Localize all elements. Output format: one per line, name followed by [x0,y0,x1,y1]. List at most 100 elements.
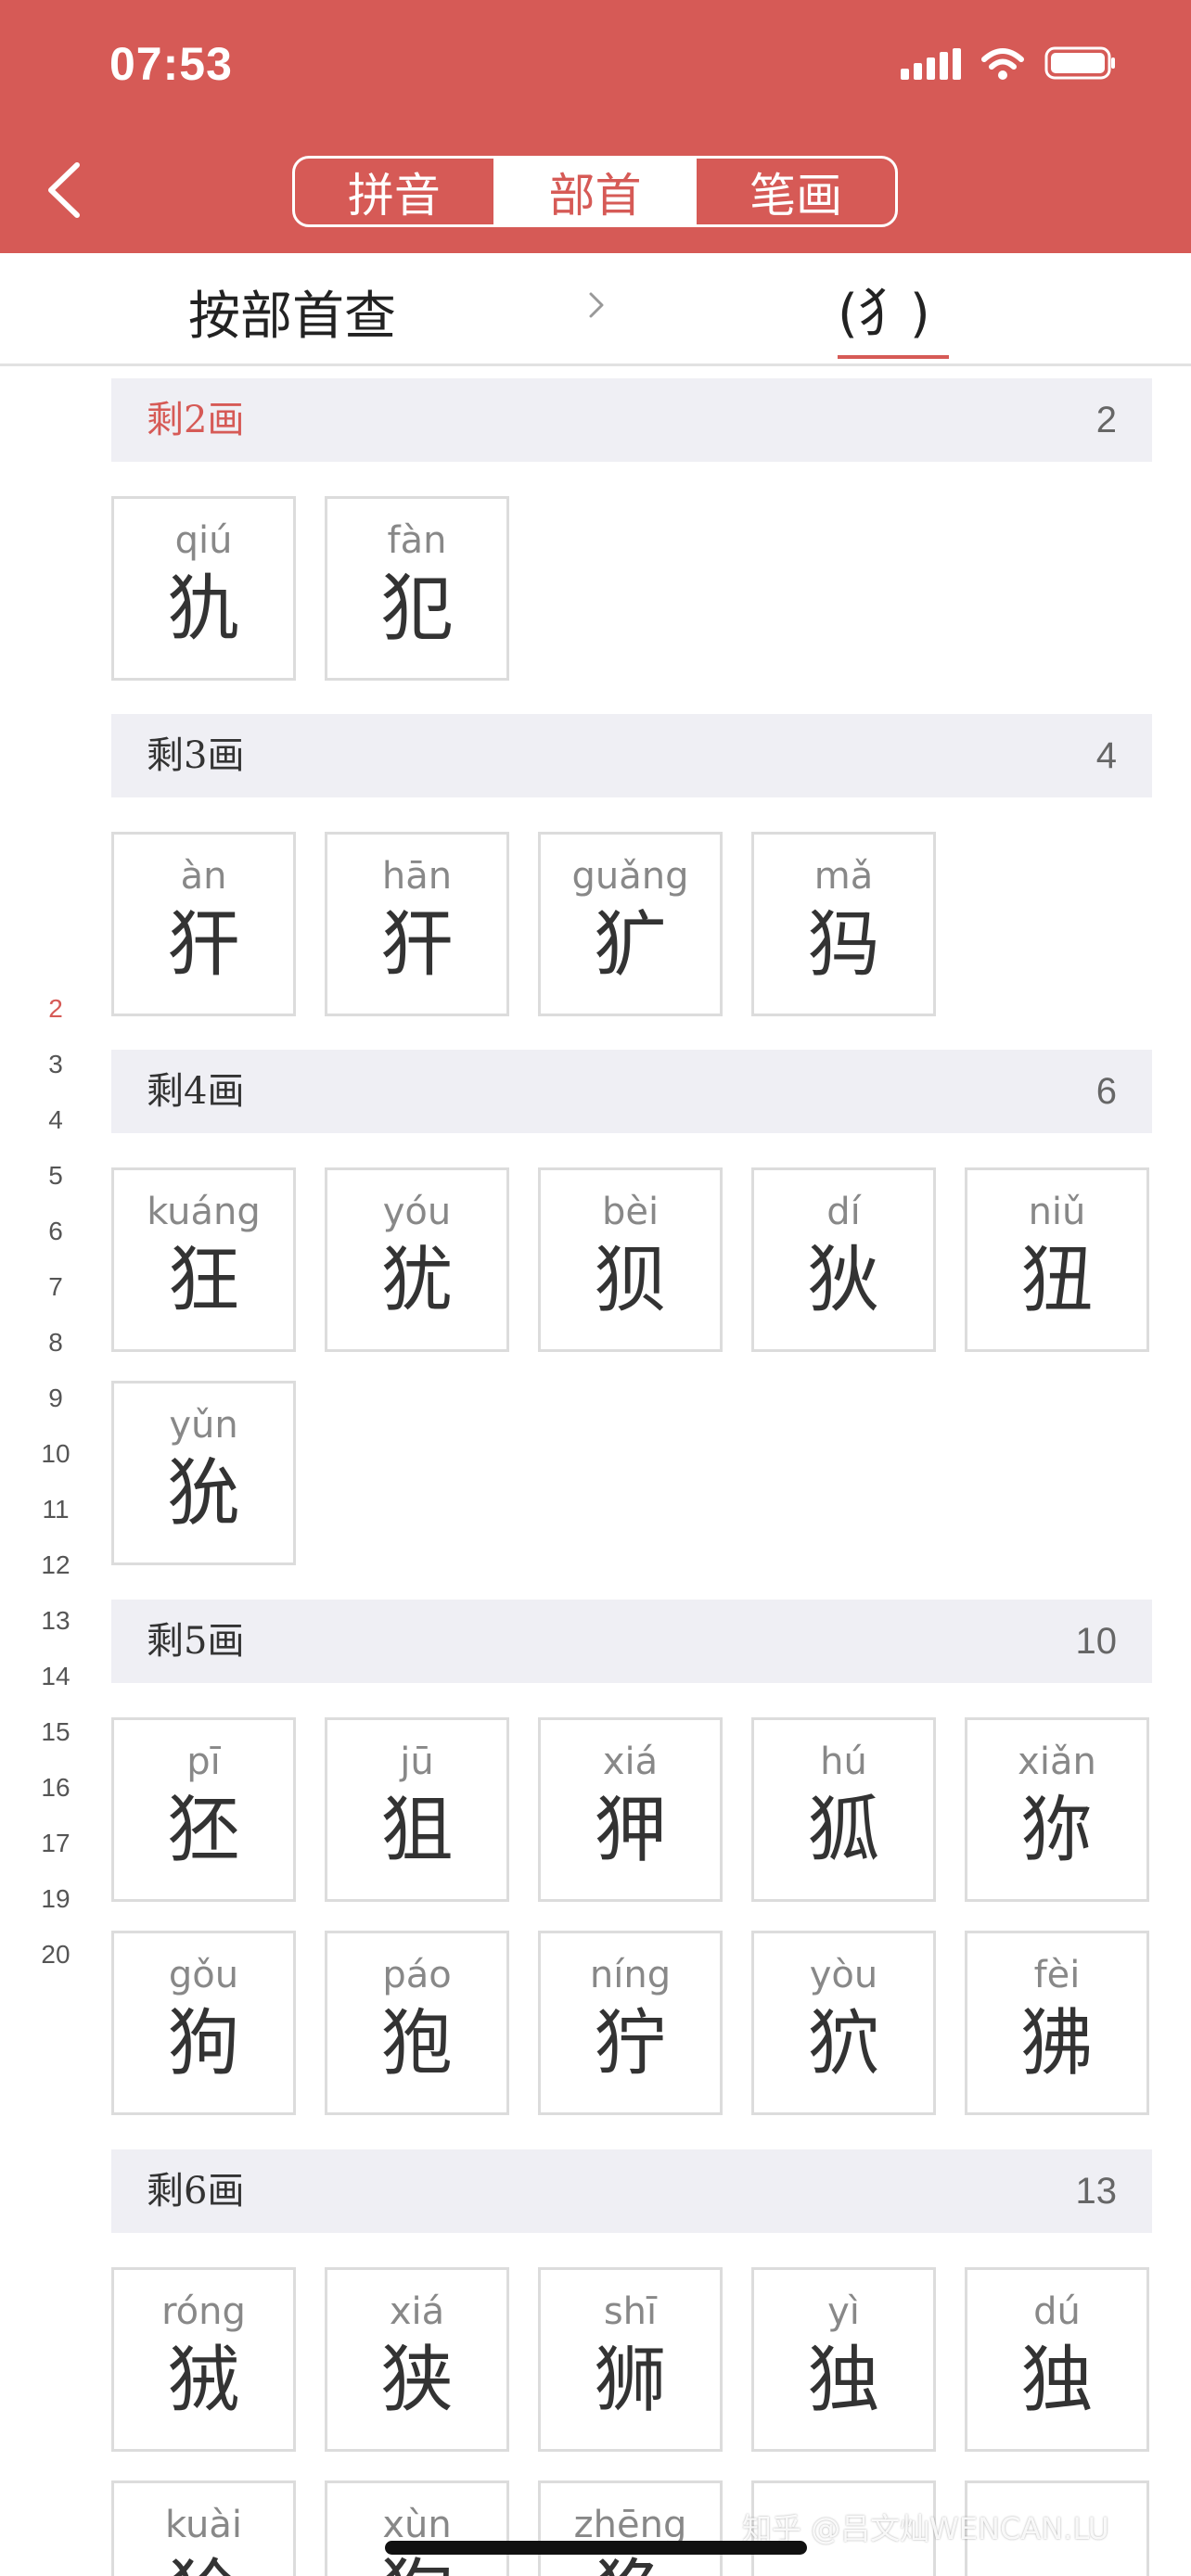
index-item[interactable]: 16 [28,1760,83,1816]
character-card[interactable]: xiá 狎 [538,1717,723,1902]
character-glyph: 狝 [1020,1789,1094,1872]
index-item[interactable]: 12 [28,1537,83,1593]
character-glyph: 狗 [167,2002,240,2085]
section-header: 剩3画 4 [111,714,1152,797]
character-glyph: 狈 [594,1239,667,1322]
index-item[interactable]: 5 [28,1148,83,1204]
character-card[interactable]: hān 犴 [325,832,509,1016]
index-item[interactable]: 10 [28,1426,83,1482]
character-card[interactable]: zhēng狰 [538,2480,723,2576]
character-card[interactable]: àn 犴 [111,832,296,1016]
index-item[interactable]: 3 [28,1037,83,1092]
character-card[interactable]: xùn狥 [325,2480,509,2576]
character-card[interactable]: dí 狄 [751,1167,936,1352]
section-header: 剩5画 10 [111,1600,1152,1683]
character-card[interactable]: xiá 狭 [325,2267,509,2452]
pinyin-label: bèi [601,1191,660,1233]
chevron-right-icon [583,287,610,324]
section-count: 4 [1095,735,1117,776]
character-card[interactable]: mǎ 犸 [751,832,936,1016]
character-card[interactable]: qiú 犰 [111,496,296,681]
pinyin-label: pī [186,1741,221,1783]
pinyin-label: fèi [1033,1954,1081,1996]
wifi-icon [981,48,1024,80]
character-card[interactable]: guǎng 犷 [538,832,723,1016]
pinyin-label: jū [400,1741,434,1783]
index-item[interactable]: 9 [28,1371,83,1426]
active-crumb-underline [838,355,949,359]
character-glyph: 犴 [167,903,240,987]
index-item[interactable]: 13 [28,1593,83,1649]
character-card[interactable]: shī 狮 [538,2267,723,2452]
character-card[interactable]: yì 独 [751,2267,936,2452]
section-header: 剩4画 6 [111,1050,1152,1133]
section-count: 13 [1075,2171,1118,2212]
character-card[interactable]: páo 狍 [325,1931,509,2115]
character-card[interactable]: níng 狞 [538,1931,723,2115]
index-item[interactable]: 6 [28,1204,83,1259]
character-card[interactable]: dú 独 [965,2267,1149,2452]
character-card[interactable]: pī 狉 [111,1717,296,1902]
character-card[interactable]: niǔ 狃 [965,1167,1149,1352]
pinyin-label: hān [381,855,453,898]
character-glyph: 狄 [807,1239,880,1322]
character-card[interactable]: hú 狐 [751,1717,936,1902]
tab-pinyin[interactable]: 拼音 [295,159,493,224]
pinyin-label: niǔ [1028,1191,1086,1233]
tab-strokes[interactable]: 笔画 [694,159,895,224]
breadcrumb-radical-lookup[interactable]: 按部首查 [188,274,396,350]
character-glyph: 狎 [594,1789,667,1872]
character-card[interactable]: jū 狙 [325,1717,509,1902]
index-item[interactable]: 2 [28,981,83,1037]
pinyin-label: dú [1033,2290,1081,2333]
pinyin-label: níng [589,1954,672,1996]
section-title: 剩6画 [147,2170,245,2213]
character-card[interactable]: gǒu 狗 [111,1931,296,2115]
back-chevron-icon[interactable] [42,158,88,223]
pinyin-label: hú [820,1741,867,1783]
pinyin-label: kuài [165,2504,242,2546]
section-title: 剩5画 [147,1620,245,1663]
character-card[interactable]: bèi 狈 [538,1167,723,1352]
character-card[interactable]: kuáng 狂 [111,1167,296,1352]
character-card[interactable]: fàn 犯 [325,496,509,681]
pinyin-label: xiǎn [1018,1741,1096,1783]
index-item[interactable]: 7 [28,1259,83,1315]
index-item[interactable]: 15 [28,1704,83,1760]
character-card[interactable]: yǔn 狁 [111,1381,296,1565]
index-item[interactable]: 8 [28,1315,83,1371]
character-glyph: 狐 [807,1789,880,1872]
index-item[interactable]: 4 [28,1092,83,1148]
character-card[interactable]: yóu 犹 [325,1167,509,1352]
character-card[interactable]: róng 狨 [111,2267,296,2452]
character-glyph: 犴 [380,903,454,987]
index-item[interactable]: 17 [28,1816,83,1871]
breadcrumb-current-radical[interactable]: (犭) [838,272,930,347]
character-glyph: 犹 [380,1239,454,1322]
section-count: 10 [1075,1621,1118,1662]
search-mode-segmented-control: 拼音 部首 笔画 [292,156,898,227]
index-item[interactable]: 19 [28,1871,83,1927]
index-item[interactable]: 20 [28,1927,83,1983]
character-glyph: 狥 [327,2557,506,2576]
status-time: 07:53 [109,38,233,90]
index-item[interactable]: 14 [28,1649,83,1704]
home-indicator [385,2541,807,2555]
tab-radical[interactable]: 部首 [493,159,695,224]
cellular-signal-icon [901,48,961,80]
pinyin-label: gǒu [168,1954,239,1996]
section-title: 剩4画 [147,1070,245,1113]
stroke-count-index: 2 3 4 5 6 7 8 9 10 11 12 13 14 15 16 17 19 20 [28,981,83,1983]
character-glyph: 狒 [1020,2002,1094,2085]
character-card[interactable]: yòu 狖 [751,1931,936,2115]
pinyin-label: xiá [389,2290,445,2333]
index-item[interactable]: 11 [28,1482,83,1537]
character-card[interactable]: fèi 狒 [965,1931,1149,2115]
character-glyph: 独 [807,2339,880,2422]
character-card[interactable]: kuài 狯 [111,2480,296,2576]
character-card[interactable]: xiǎn 狝 [965,1717,1149,1902]
section-header: 剩6画 13 [111,2149,1152,2233]
pinyin-label: róng [161,2290,246,2333]
character-glyph: 狭 [380,2339,454,2422]
character-glyph: 狁 [167,1452,240,1536]
